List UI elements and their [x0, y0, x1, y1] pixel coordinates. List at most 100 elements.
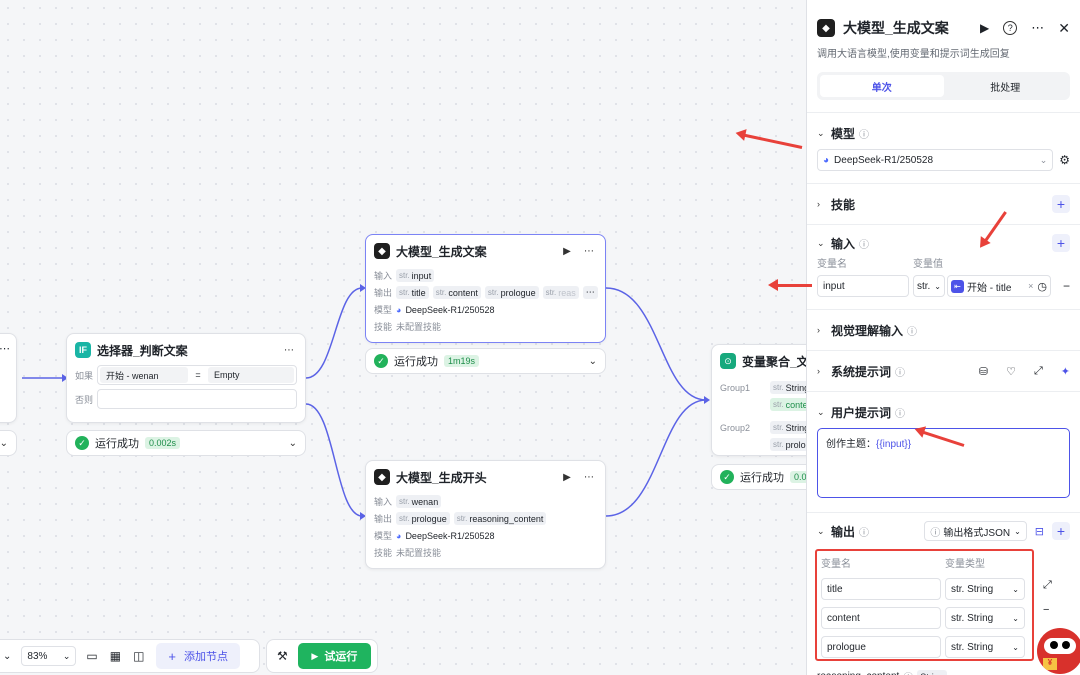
else-branch[interactable]: [97, 389, 297, 409]
info-icon: ⓘ: [895, 367, 906, 379]
play-icon[interactable]: ▶: [559, 472, 575, 483]
add-input-button[interactable]: +: [1052, 234, 1070, 252]
help-icon[interactable]: ?: [1003, 21, 1018, 35]
play-icon[interactable]: ▶: [559, 246, 575, 257]
output-name-field[interactable]: prologue: [821, 636, 941, 658]
plus-icon: +: [168, 648, 177, 664]
info-icon: ⓘ: [895, 408, 906, 420]
more-outputs-icon[interactable]: ⋯: [582, 286, 598, 299]
node-title: 大模型_生成开头: [396, 470, 487, 485]
bulb-icon[interactable]: ♡: [1006, 365, 1016, 378]
condition-variable[interactable]: 开始 - wenan: [100, 367, 188, 383]
llm1-run-status[interactable]: ✓ 运行成功 1m19s ⌄: [365, 348, 606, 374]
llm-node-generate-copy[interactable]: ◆ 大模型_生成文案 ▶ ⋯ 输入 str. input 输出 str. title…: [365, 234, 606, 343]
output-section-header[interactable]: ⌄ 输出 ⓘ ⓘ 输出格式JSON ⌄ ⊟ +: [817, 521, 1070, 541]
chevron-down-icon[interactable]: ⌄: [0, 438, 8, 449]
input-section-header[interactable]: ⌄ 输入 ⓘ +: [817, 233, 1070, 253]
llm-icon: ◆: [817, 19, 835, 37]
more-icon[interactable]: ⋯: [1031, 20, 1044, 36]
output-type-select[interactable]: str. String ⌄: [945, 578, 1025, 600]
skills-label: 技能: [374, 322, 393, 332]
comment-icon[interactable]: ▭: [86, 649, 97, 663]
skills-label: 技能: [374, 548, 393, 558]
add-skill-button[interactable]: +: [1052, 195, 1070, 213]
start-status-partial[interactable]: ⌄: [0, 430, 17, 456]
llm-icon: ◆: [374, 469, 390, 485]
settings-icon[interactable]: ⚙: [1059, 153, 1070, 167]
output-name-field[interactable]: content: [821, 607, 941, 629]
zoom-select[interactable]: 83% ⌄: [21, 646, 77, 666]
vision-section-header[interactable]: › 视觉理解输入 ⓘ: [817, 320, 1070, 340]
mode-tabs: 单次 批处理: [817, 72, 1070, 100]
panel-title[interactable]: 大模型_生成文案: [843, 18, 949, 38]
wrench-icon[interactable]: ⚒: [277, 649, 288, 663]
llm-node-generate-opening[interactable]: ◆ 大模型_生成开头 ▶ ⋯ 输入 str. wenan 输出 str. prolo…: [365, 460, 606, 569]
else-label: 否则: [75, 394, 94, 405]
skills-value: 未配置技能: [396, 548, 442, 558]
skills-section-header[interactable]: › 技能 +: [817, 194, 1070, 214]
output-variables-highlight: 变量名 变量类型 title str. String ⌄ content str.…: [815, 549, 1052, 667]
output-name-field[interactable]: title: [821, 578, 941, 600]
model-label: 模型: [374, 531, 393, 541]
model-section-header[interactable]: ⌄ 模型 ⓘ: [817, 123, 1070, 143]
expand-icon[interactable]: ⤢: [1034, 365, 1043, 378]
selector-node[interactable]: IF 选择器_判断文案 ⋯ 如果 开始 - wenan = Empty 否则: [66, 333, 306, 423]
expand-icon[interactable]: ⤢ −: [1043, 579, 1052, 616]
output-tag: str. content: [432, 286, 481, 299]
more-icon[interactable]: ⋯: [281, 345, 297, 356]
more-icon[interactable]: ⋯: [581, 472, 597, 483]
sparkle-icon[interactable]: ✦: [1061, 365, 1070, 378]
deepseek-icon: ◕: [396, 530, 402, 541]
run-toolbar: ⚒ ▶ 试运行: [266, 639, 378, 673]
more-icon[interactable]: ⋯: [0, 342, 10, 355]
clear-icon[interactable]: ×: [1028, 281, 1033, 291]
chevron-down-icon[interactable]: ⌄: [589, 356, 597, 367]
add-output-button[interactable]: +: [1052, 522, 1070, 540]
import-icon[interactable]: ⊟: [1035, 525, 1044, 538]
layout-icon[interactable]: ▦: [110, 649, 121, 663]
clock-icon[interactable]: ◷: [1037, 280, 1047, 293]
prompt-variable: {{input}}: [876, 439, 912, 450]
model-name: DeepSeek-R1/250528: [405, 530, 495, 541]
output-type-select[interactable]: str. String ⌄: [945, 607, 1025, 629]
output-type-select[interactable]: str. String ⌄: [945, 636, 1025, 658]
tab-single[interactable]: 单次: [820, 75, 944, 97]
library-icon[interactable]: ⛁: [979, 365, 988, 378]
more-icon[interactable]: ⋯: [581, 246, 597, 257]
check-icon: ✓: [374, 354, 388, 368]
chevron-down-icon[interactable]: ⌄: [289, 438, 297, 449]
group1-label: Group1: [720, 382, 751, 393]
group2-label: Group2: [720, 422, 751, 433]
user-prompt-section-header[interactable]: ⌄ 用户提示词 ⓘ: [817, 402, 1070, 422]
input-tag: str. wenan: [396, 495, 442, 508]
output-tag: str. prologue: [396, 512, 450, 525]
start-node-icon: ⇤: [951, 279, 964, 293]
node-properties-panel: ◆ 大模型_生成文案 ▶ ? ⋯ ✕ 调用大语言模型,使用变量和提示词生成回复 …: [806, 0, 1080, 675]
selector-run-status[interactable]: ✓ 运行成功 0.002s ⌄: [66, 430, 306, 456]
close-icon[interactable]: ✕: [1058, 20, 1070, 37]
status-text: 运行成功: [394, 356, 438, 368]
tab-batch[interactable]: 批处理: [944, 75, 1068, 97]
condition-operator[interactable]: =: [188, 370, 208, 380]
play-icon[interactable]: ▶: [980, 21, 989, 35]
status-text: 运行成功: [740, 472, 784, 484]
annotation-arrow: [768, 279, 812, 291]
condition-value[interactable]: Empty: [208, 367, 294, 383]
system-prompt-section-header[interactable]: › 系统提示词 ⓘ ⛁ ♡ ⤢ ✦: [817, 361, 1070, 381]
mascot-avatar[interactable]: ¥: [1037, 628, 1080, 674]
minimap-icon[interactable]: ⌄: [3, 651, 11, 662]
start-node-partial[interactable]: ⋯: [0, 333, 17, 423]
output-label: 输出: [374, 288, 393, 298]
status-text: 运行成功: [95, 438, 139, 450]
input-type-select[interactable]: str. ⌄: [913, 275, 945, 297]
model-select[interactable]: ◕ DeepSeek-R1/250528 ⌄: [817, 149, 1054, 171]
minimap-toggle-icon[interactable]: ◫: [133, 649, 144, 663]
remove-input-icon[interactable]: −: [1063, 279, 1070, 293]
input-reference-field[interactable]: ⇤ 开始 - title × ◷: [947, 275, 1051, 297]
input-tag: str. input: [396, 269, 435, 282]
input-name-field[interactable]: input: [817, 275, 909, 297]
output-format-select[interactable]: ⓘ 输出格式JSON ⌄: [924, 521, 1027, 541]
add-node-button[interactable]: + 添加节点: [156, 643, 241, 669]
info-icon: ⓘ: [859, 129, 870, 141]
test-run-button[interactable]: ▶ 试运行: [297, 643, 371, 669]
